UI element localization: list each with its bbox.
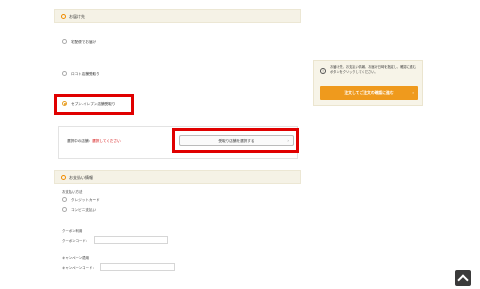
radio-convenience-store[interactable]	[62, 207, 67, 212]
payment-icon	[61, 175, 66, 180]
payment-section-header: お支払い情報	[54, 170, 301, 184]
info-icon: !	[320, 68, 326, 74]
chevron-right-icon: ›	[287, 138, 289, 143]
store-select-panel: 選択中の店舗：選択してください 受取り店舗を選択する ›	[58, 126, 299, 159]
selected-store-status: 選択してください	[92, 139, 121, 143]
confirm-order-button[interactable]: 注文してご注文の確認に進む ›	[320, 86, 418, 100]
coupon-code-input[interactable]	[94, 236, 168, 244]
payment-method-label: お支払い方法	[62, 190, 83, 194]
delivery-option-label: セブン-イレブン店舗受取り	[71, 102, 116, 106]
radio-credit-card[interactable]	[62, 197, 67, 202]
payment-option-label: コンビニ支払い	[71, 208, 97, 212]
scroll-to-top-button[interactable]	[455, 270, 471, 286]
chevron-right-icon: ›	[412, 90, 414, 95]
order-side-panel: ! お届け先、お支払い情報、お届け日時を指定し、確認に進むボタンをクリックしてく…	[313, 60, 423, 106]
side-panel-message: お届け先、お支払い情報、お届け日時を指定し、確認に進むボタンをクリックしてくださ…	[330, 65, 417, 74]
payment-option-label: クレジットカード	[71, 198, 100, 202]
coupon-field-label: クーポンコード：	[62, 239, 90, 243]
delivery-section-title: お届け先	[69, 14, 85, 19]
radio-seven-eleven[interactable]	[62, 101, 67, 106]
radio-home-delivery[interactable]	[62, 39, 67, 44]
selected-store-label: 選択中の店舗：選択してください	[67, 139, 121, 143]
delivery-option-label: ロコト店舗受取り	[71, 72, 100, 76]
payment-section-title: お支払い情報	[69, 175, 93, 180]
delivery-icon	[61, 14, 66, 19]
campaign-code-input[interactable]	[100, 263, 175, 271]
campaign-title: キャンペーン適用	[62, 256, 89, 260]
select-store-button[interactable]: 受取り店舗を選択する ›	[179, 135, 294, 146]
delivery-section-header: お届け先	[54, 9, 301, 23]
coupon-title: クーポン利用	[62, 229, 83, 233]
delivery-option-label: 宅配便でお届け	[71, 40, 97, 44]
radio-store-pickup[interactable]	[62, 71, 67, 76]
campaign-field-label: キャンペーンコード：	[62, 266, 96, 270]
